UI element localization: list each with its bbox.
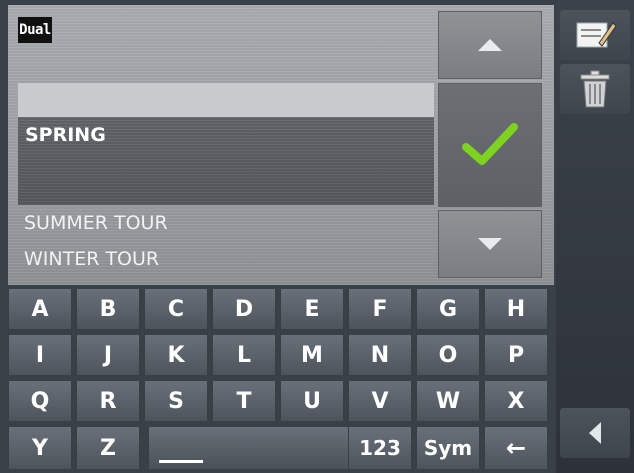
key-r[interactable]: R [76,380,140,422]
preset-list: SPRING [18,83,434,205]
key-a[interactable]: A [8,288,72,330]
key-x[interactable]: X [484,380,548,422]
list-item-selected[interactable]: SPRING [18,117,434,205]
confirm-button[interactable] [438,83,542,207]
list-item-label: SPRING [25,124,106,146]
numbers-key[interactable]: 123 [348,426,412,470]
key-s[interactable]: S [144,380,208,422]
key-k[interactable]: K [144,334,208,376]
key-q[interactable]: Q [8,380,72,422]
key-m[interactable]: M [280,334,344,376]
key-i[interactable]: I [8,334,72,376]
key-o[interactable]: O [416,334,480,376]
back-button[interactable] [560,408,630,458]
space-bar-indicator [159,460,203,463]
arrow-up-icon [478,39,502,51]
backspace-key[interactable]: ← [484,426,548,470]
on-screen-keyboard: A B C D E F G H I J K L M N O P Q R S T … [8,288,554,473]
brand-logo: Dual [18,17,52,43]
list-item[interactable]: SUMMER TOUR [24,212,168,234]
trash-icon [580,70,610,108]
delete-button[interactable] [560,64,630,114]
device-screen: Dual SPRING SUMMER TOUR WINTER TOUR A B … [0,0,634,473]
space-key[interactable] [148,426,361,470]
key-v[interactable]: V [348,380,412,422]
key-w[interactable]: W [416,380,480,422]
key-b[interactable]: B [76,288,140,330]
key-g[interactable]: G [416,288,480,330]
arrow-down-icon [478,238,502,250]
key-t[interactable]: T [212,380,276,422]
key-h[interactable]: H [484,288,548,330]
scroll-down-button[interactable] [438,210,542,278]
key-c[interactable]: C [144,288,208,330]
checkmark-icon [462,123,518,165]
scroll-up-button[interactable] [438,11,542,79]
key-y[interactable]: Y [8,426,72,470]
key-l[interactable]: L [212,334,276,376]
key-n[interactable]: N [348,334,412,376]
symbols-key[interactable]: Sym [416,426,480,470]
key-u[interactable]: U [280,380,344,422]
edit-note-icon [576,22,617,48]
key-f[interactable]: F [348,288,412,330]
key-z[interactable]: Z [76,426,140,470]
back-arrow-icon [589,422,601,444]
key-p[interactable]: P [484,334,548,376]
key-e[interactable]: E [280,288,344,330]
key-d[interactable]: D [212,288,276,330]
list-item[interactable]: WINTER TOUR [24,248,159,270]
key-j[interactable]: J [76,334,140,376]
right-toolbar [556,0,634,473]
edit-button[interactable] [560,10,630,60]
name-input-field[interactable] [18,83,434,117]
